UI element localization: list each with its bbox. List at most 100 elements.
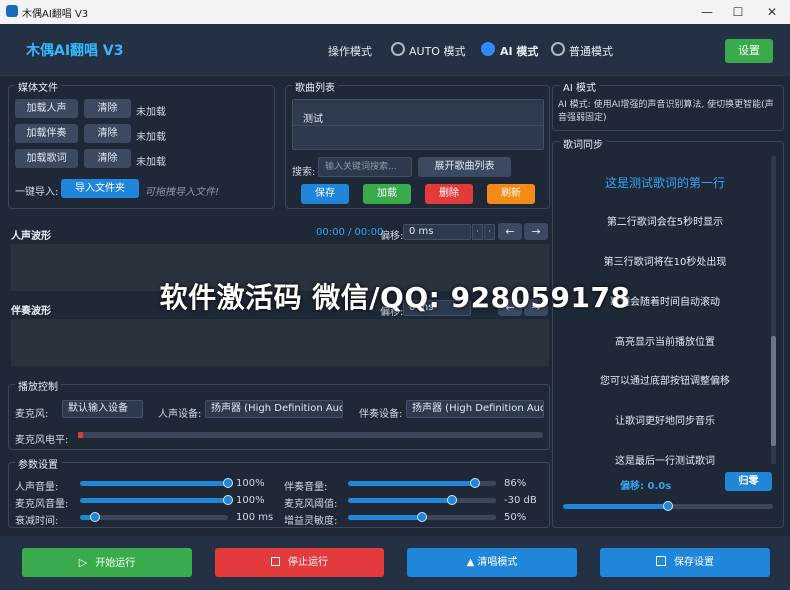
time-readout: 00:00 / 00:00 — [316, 227, 384, 238]
param-slider-fill — [348, 515, 422, 520]
minimize-icon[interactable]: — — [697, 3, 717, 21]
offset-label: 偏移: — [380, 231, 404, 242]
clear-accomp-button[interactable]: 清除 — [84, 124, 131, 143]
offset-input[interactable]: 0 ms — [403, 224, 471, 240]
lyric-line: 这是最后一行测试歌词 — [615, 456, 715, 467]
vocal-wave-title: 人声波形 — [11, 231, 51, 242]
expand-song-list-button[interactable]: 展开歌曲列表 — [418, 157, 511, 177]
song-save-button[interactable]: 保存 — [301, 184, 349, 204]
accomp-device-select[interactable]: 扬声器 (High Definition Audio) — [406, 400, 544, 418]
param-slider-knob[interactable] — [447, 495, 457, 505]
song-refresh-button[interactable]: 刷新 — [487, 184, 535, 204]
radio-ai-mode[interactable] — [481, 42, 495, 56]
accomp-device-label: 伴奏设备: — [359, 409, 403, 420]
param-slider-track[interactable] — [80, 515, 228, 520]
ai-mode-title: AI 模式 — [560, 79, 599, 94]
mic-select[interactable]: 默认输入设备 — [62, 400, 143, 418]
param-slider-knob[interactable] — [223, 495, 233, 505]
lyrics-reset-button[interactable]: 归零 — [725, 472, 772, 491]
start-label: 开始运行 — [95, 558, 136, 569]
accomp-waveform[interactable] — [11, 319, 549, 366]
param-value: 50% — [504, 512, 527, 523]
window-titlebar: 木偶AI翻唱 V3 — ☐ ✕ — [0, 0, 790, 24]
song-load-button[interactable]: 加载 — [363, 184, 411, 204]
param-label: 伴奏音量: — [284, 482, 328, 493]
param-value: -30 dB — [504, 495, 537, 506]
radio-auto-label[interactable]: AUTO 模式 — [409, 43, 465, 59]
play-icon: ▷ — [78, 556, 88, 569]
maximize-icon[interactable]: ☐ — [728, 3, 748, 21]
param-value: 100% — [236, 495, 265, 506]
clear-lyrics-button[interactable]: 清除 — [84, 149, 131, 168]
stop-icon — [271, 557, 280, 566]
lyric-line: 您可以通过底部按钮调整偏移 — [600, 376, 730, 387]
offset-increment-button[interactable]: · — [484, 224, 495, 240]
app-name: 木偶AI翻唱 V3 — [26, 43, 124, 59]
drag-hint: 可拖拽导入文件! — [145, 187, 220, 198]
lyrics-offset-text: 偏移: 0.0s — [620, 481, 672, 492]
app-logo-icon — [6, 5, 18, 17]
song-list-title: 歌曲列表 — [292, 79, 338, 94]
song-list-box[interactable]: 测试 — [292, 99, 544, 150]
one-click-import-label: 一键导入: — [15, 187, 59, 198]
song-delete-button[interactable]: 删除 — [425, 184, 473, 204]
params-title: 参数设置 — [15, 456, 61, 471]
radio-ai-label[interactable]: AI 模式 — [500, 43, 538, 59]
load-vocal-button[interactable]: 加载人声 — [15, 99, 78, 118]
offset-left-button[interactable]: ← — [498, 223, 522, 240]
param-label: 麦克风阈值: — [284, 499, 338, 510]
save-settings-button[interactable]: 保存设置 — [600, 548, 770, 577]
param-slider-knob[interactable] — [470, 478, 480, 488]
param-slider-fill — [348, 498, 452, 503]
lyrics-status: 未加载 — [136, 157, 166, 168]
lyric-line: 第二行歌词会在5秒时显示 — [606, 217, 724, 228]
lyrics-offset-fill — [563, 504, 668, 509]
playback-title: 播放控制 — [15, 378, 61, 393]
watermark-text: 软件激活码 微信/QQ: 928059178 — [159, 281, 631, 314]
lyrics-offset-knob[interactable] — [663, 501, 673, 511]
search-label: 搜索: — [292, 167, 316, 178]
clear-mode-button[interactable]: ▲ 清唱模式 — [407, 548, 577, 577]
param-slider-fill — [80, 481, 228, 486]
song-list-item[interactable]: 测试 — [293, 104, 543, 126]
offset-decrement-button[interactable]: · — [472, 224, 483, 240]
mic-level-label: 麦克风电平: — [15, 435, 69, 446]
param-value: 100% — [236, 478, 265, 489]
param-label: 衰减时间: — [15, 516, 59, 527]
media-panel-title: 媒体文件 — [15, 79, 61, 94]
lyrics-title: 歌词同步 — [560, 136, 606, 151]
param-slider-knob[interactable] — [223, 478, 233, 488]
clear-vocal-button[interactable]: 清除 — [84, 99, 131, 118]
save-settings-label: 保存设置 — [674, 557, 714, 568]
param-slider-knob[interactable] — [90, 512, 100, 522]
param-slider-fill — [80, 498, 228, 503]
radio-normal-label[interactable]: 普通模式 — [569, 43, 613, 59]
param-slider-knob[interactable] — [417, 512, 427, 522]
ai-mode-description: AI 模式: 使用AI增强的声音识别算法, 使切换更智能(声音强弱固定) — [558, 100, 774, 123]
param-label: 麦克风音量: — [15, 499, 69, 510]
settings-button[interactable]: 设置 — [725, 39, 773, 63]
vocal-status: 未加载 — [136, 107, 166, 118]
window-title: 木偶AI翻唱 V3 — [22, 9, 89, 20]
start-button[interactable]: ▷ 开始运行 — [22, 548, 192, 577]
vocal-device-select[interactable]: 扬声器 (High Definition Audio) — [205, 400, 343, 418]
lyrics-scrollbar-thumb[interactable] — [771, 336, 776, 446]
import-folder-button[interactable]: 导入文件夹 — [61, 179, 139, 198]
param-slider-fill — [348, 481, 475, 486]
offset-right-button[interactable]: → — [524, 223, 548, 240]
mic-level-meter — [78, 432, 543, 438]
load-lyrics-button[interactable]: 加载歌词 — [15, 149, 78, 168]
lyric-line-current: 这是测试歌词的第一行 — [604, 176, 725, 190]
close-icon[interactable]: ✕ — [762, 3, 782, 21]
lyric-line: 让歌词更好地同步音乐 — [615, 416, 715, 427]
header-bar: 木偶AI翻唱 V3 操作模式 AUTO 模式 AI 模式 普通模式 设置 — [0, 24, 790, 76]
mic-label: 麦克风: — [15, 409, 49, 420]
radio-normal-mode[interactable] — [551, 42, 565, 56]
search-input[interactable]: 输入关键词搜索... — [318, 157, 412, 177]
stop-button[interactable]: 停止运行 — [215, 548, 384, 577]
param-label: 人声音量: — [15, 482, 59, 493]
load-accomp-button[interactable]: 加载伴奏 — [15, 124, 78, 143]
radio-auto-mode[interactable] — [391, 42, 405, 56]
mode-label: 操作模式 — [328, 45, 372, 58]
lyric-line: 第三行歌词将在10秒处出现 — [603, 257, 727, 268]
